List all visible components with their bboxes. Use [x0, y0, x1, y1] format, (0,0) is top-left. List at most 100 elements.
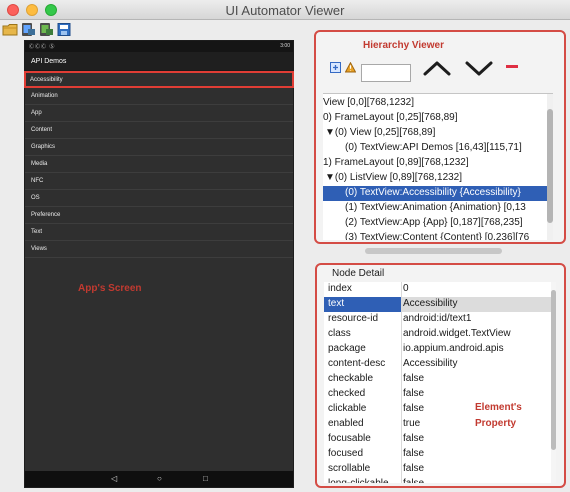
clock: 3:00	[280, 43, 290, 49]
triangle-down-icon: ▼	[325, 172, 335, 183]
tree-row[interactable]: ▼(0) ListView [0,89][768,1232]	[323, 171, 553, 186]
list-item-animation[interactable]: Animation	[25, 88, 293, 105]
list-item-accessibility[interactable]: Accessibility	[24, 71, 294, 88]
tree-row[interactable]: 1) FrameLayout [0,89][768,1232]	[323, 156, 553, 171]
property-row[interactable]: resource-id android:id/text1	[324, 312, 556, 327]
device-screenshot-icon[interactable]	[20, 22, 36, 37]
list-item-nfc[interactable]: NFC	[25, 173, 293, 190]
list-item-app[interactable]: App	[25, 105, 293, 122]
tree-scroll-thumb[interactable]	[547, 109, 553, 223]
tree-row[interactable]: (2) TextView:App {App} [0,187][768,235]	[323, 216, 553, 231]
property-key: checkable	[328, 373, 374, 384]
property-key: clickable	[328, 403, 367, 414]
property-value: Accessibility	[403, 358, 458, 369]
element-property-annotation-line1: Element's	[475, 402, 522, 413]
property-value: android.widget.TextView	[403, 328, 511, 339]
property-row-selected[interactable]: text Accessibility	[324, 297, 556, 312]
list-item-graphics[interactable]: Graphics	[25, 139, 293, 156]
property-value: false	[403, 403, 425, 414]
tree-vertical-scrollbar[interactable]	[547, 94, 553, 240]
property-key: class	[328, 328, 351, 339]
back-icon[interactable]: ◁	[111, 474, 117, 483]
chevron-down-icon[interactable]	[464, 59, 494, 77]
hierarchy-viewer-annotation: Hierarchy Viewer	[363, 40, 444, 51]
window-title: UI Automator Viewer	[225, 3, 345, 18]
property-row[interactable]: enabled true	[324, 417, 556, 432]
property-row[interactable]: index 0	[324, 282, 556, 297]
property-row[interactable]: long-clickable false	[324, 477, 556, 483]
node-detail-panel: Node Detail index 0 text Accessibility res…	[315, 263, 566, 488]
property-value: android:id/text1	[403, 313, 472, 324]
list-item-views[interactable]: Views	[25, 241, 293, 258]
status-icons: ⒸⒸⒸ Ⓢ	[29, 44, 56, 50]
property-row[interactable]: checked false	[324, 387, 556, 402]
tree-row[interactable]: (1) TextView:Animation {Animation} [0,13	[323, 201, 553, 216]
property-key: focusable	[328, 433, 371, 444]
node-detail-scrollbar[interactable]	[551, 282, 556, 483]
chevron-up-icon[interactable]	[422, 59, 452, 77]
device-screenshot-compressed-icon[interactable]	[38, 22, 54, 37]
property-value: true	[403, 418, 421, 429]
save-icon[interactable]	[56, 22, 72, 37]
hierarchy-toolbar	[330, 59, 550, 89]
property-key: index	[328, 283, 352, 294]
property-row[interactable]: focused false	[324, 447, 556, 462]
device-navigation-bar: ◁ ○ □	[25, 471, 293, 487]
title-bar: UI Automator Viewer	[0, 0, 570, 20]
node-detail-scroll-thumb[interactable]	[551, 290, 556, 450]
property-value: Accessibility	[403, 298, 458, 309]
list-item-os[interactable]: OS	[25, 190, 293, 207]
tree-row[interactable]: View [0,0][768,1232]	[323, 96, 553, 111]
property-row[interactable]: package io.appium.android.apis	[324, 342, 556, 357]
property-key: checked	[328, 388, 366, 399]
property-value: false	[403, 448, 425, 459]
app-window: UI Automator Viewer ⒸⒸⒸ Ⓢ 3:00 API Demos…	[0, 0, 570, 492]
tree-horizontal-scrollbar[interactable]	[365, 248, 502, 254]
property-key: content-desc	[328, 358, 386, 369]
tree-row-selected[interactable]: (0) TextView:Accessibility {Accessibilit…	[323, 186, 553, 201]
node-detail-title: Node Detail	[332, 268, 385, 279]
property-key: resource-id	[328, 313, 379, 324]
property-row[interactable]: content-desc Accessibility	[324, 357, 556, 372]
property-key: text	[328, 298, 345, 309]
property-row[interactable]: class android.widget.TextView	[324, 327, 556, 342]
search-input[interactable]	[361, 64, 411, 82]
list-item-preference[interactable]: Preference	[25, 207, 293, 224]
property-value: false	[403, 433, 425, 444]
property-key: scrollable	[328, 463, 371, 474]
property-value: io.appium.android.apis	[403, 343, 504, 354]
tree-row[interactable]: 0) FrameLayout [0,25][768,89]	[323, 111, 553, 126]
list-item-text[interactable]: Text	[25, 224, 293, 241]
device-status-bar: ⒸⒸⒸ Ⓢ 3:00	[25, 41, 293, 52]
app-bar: API Demos	[25, 52, 293, 71]
folder-icon[interactable]	[2, 22, 18, 37]
node-detail-table[interactable]: index 0 text Accessibility resource-id andr…	[324, 282, 556, 483]
remove-icon[interactable]	[505, 63, 519, 71]
app-title: API Demos	[31, 58, 67, 65]
property-value: 0	[403, 283, 409, 294]
property-value: false	[403, 388, 425, 399]
tree-row[interactable]: ▼(0) View [0,25][768,89]	[323, 126, 553, 141]
warning-icon[interactable]	[345, 62, 356, 73]
list-item-content[interactable]: Content	[25, 122, 293, 139]
property-key: enabled	[328, 418, 364, 429]
expand-all-icon[interactable]	[330, 62, 341, 73]
property-row[interactable]: checkable false	[324, 372, 556, 387]
app-screen-annotation: App's Screen	[78, 283, 142, 294]
property-row[interactable]: scrollable false	[324, 462, 556, 477]
property-key: focused	[328, 448, 364, 459]
hierarchy-tree[interactable]: View [0,0][768,1232] 0) FrameLayout [0,2…	[323, 93, 553, 240]
tree-row[interactable]: (3) TextView:Content {Content} [0,236][7…	[323, 231, 553, 240]
home-icon[interactable]: ○	[157, 474, 162, 483]
hierarchy-viewer-panel: Hierarchy Viewer View [0,0][768,1232] 0)…	[314, 30, 566, 254]
property-value: false	[403, 373, 425, 384]
recent-apps-icon[interactable]: □	[203, 474, 208, 483]
property-key: long-clickable	[328, 478, 389, 483]
property-row[interactable]: focusable false	[324, 432, 556, 447]
triangle-down-icon: ▼	[325, 127, 335, 138]
list-item-media[interactable]: Media	[25, 156, 293, 173]
property-key: package	[328, 343, 366, 354]
tree-row[interactable]: (0) TextView:API Demos [16,43][115,71]	[323, 141, 553, 156]
device-screen-panel: ⒸⒸⒸ Ⓢ 3:00 API Demos Accessibility Anima…	[24, 40, 294, 488]
property-value: false	[403, 463, 425, 474]
